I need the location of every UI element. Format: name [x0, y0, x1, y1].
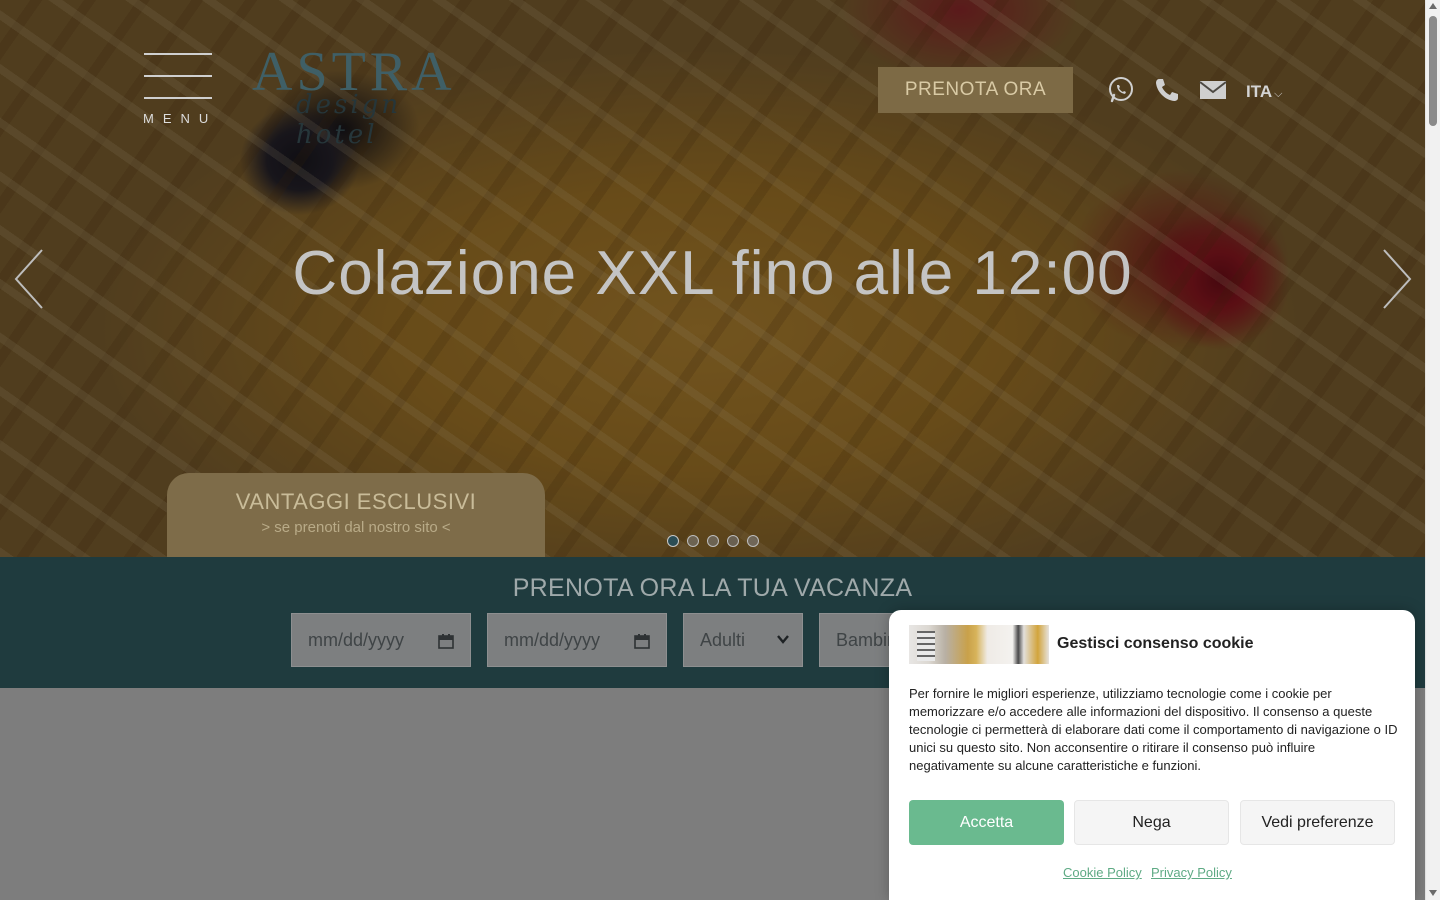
- calendar-icon: [438, 634, 454, 649]
- scroll-up-arrow-icon[interactable]: [1429, 3, 1437, 9]
- slide-indicators: [667, 535, 759, 547]
- promo-title: VANTAGGI ESCLUSIVI: [235, 489, 477, 514]
- cookie-consent-banner: Gestisci consenso cookie Per fornire le …: [889, 610, 1415, 900]
- checkout-placeholder: mm/dd/yyyy: [504, 629, 601, 650]
- next-slide-arrow[interactable]: [1380, 248, 1414, 310]
- view-preferences-button[interactable]: Vedi preferenze: [1240, 800, 1395, 845]
- deny-cookies-button[interactable]: Nega: [1074, 800, 1229, 845]
- logo-sub-text: design hotel: [296, 90, 402, 150]
- scrollbar[interactable]: [1425, 0, 1440, 900]
- slide-dot[interactable]: [727, 535, 739, 547]
- cookie-policy-link[interactable]: Cookie Policy: [1063, 865, 1142, 880]
- mail-icon[interactable]: [1198, 75, 1228, 105]
- language-label: ITA: [1246, 82, 1273, 101]
- menu-button[interactable]: MENU: [143, 53, 213, 129]
- checkin-date-input[interactable]: mm/dd/yyyy: [291, 613, 471, 667]
- language-selector[interactable]: ITA ⌵: [1246, 82, 1282, 102]
- hamburger-bar: [144, 75, 212, 77]
- adults-label: Adulti: [700, 629, 746, 650]
- slide-dot[interactable]: [707, 535, 719, 547]
- hero-slider: MENU ASTRA design hotel PRENOTA ORA ITA ⌵…: [0, 0, 1425, 557]
- thumbnail-detail: [917, 631, 935, 661]
- chevron-down-icon: ⌵: [1274, 88, 1283, 100]
- hero-headline: Colazione XXL fino alle 12:00: [292, 239, 1133, 308]
- scroll-down-arrow-icon[interactable]: [1429, 890, 1437, 896]
- accept-cookies-button[interactable]: Accetta: [909, 800, 1064, 845]
- exclusive-benefits-tab[interactable]: VANTAGGI ESCLUSIVI > se prenoti dal nost…: [167, 473, 545, 557]
- slide-dot[interactable]: [667, 535, 679, 547]
- checkin-placeholder: mm/dd/yyyy: [308, 629, 405, 650]
- hamburger-bar: [144, 97, 212, 99]
- menu-label: MENU: [143, 111, 218, 126]
- phone-icon[interactable]: [1152, 75, 1182, 105]
- promo-subtitle: > se prenoti dal nostro sito <: [261, 519, 451, 536]
- booking-title: PRENOTA ORA LA TUA VACANZA: [512, 574, 913, 602]
- cookie-description: Per fornire le migliori esperienze, util…: [909, 686, 1398, 773]
- adults-select[interactable]: Adulti: [683, 613, 803, 667]
- hamburger-bar: [144, 53, 212, 55]
- privacy-policy-link[interactable]: Privacy Policy: [1151, 865, 1232, 880]
- logo[interactable]: ASTRA design hotel: [252, 40, 492, 150]
- whatsapp-icon[interactable]: [1106, 75, 1136, 105]
- checkout-date-input[interactable]: mm/dd/yyyy: [487, 613, 667, 667]
- hotel-thumbnail-image: [909, 625, 1049, 664]
- book-now-button[interactable]: PRENOTA ORA: [878, 67, 1073, 113]
- slide-dot[interactable]: [747, 535, 759, 547]
- calendar-icon: [634, 634, 650, 649]
- slide-dot[interactable]: [687, 535, 699, 547]
- chevron-right-icon: [1383, 249, 1412, 309]
- cookie-title: Gestisci consenso cookie: [1057, 635, 1254, 652]
- prev-slide-arrow[interactable]: [12, 248, 46, 310]
- chevron-left-icon: [14, 249, 43, 309]
- scroll-thumb[interactable]: [1429, 16, 1437, 126]
- chevron-down-icon: [777, 635, 789, 644]
